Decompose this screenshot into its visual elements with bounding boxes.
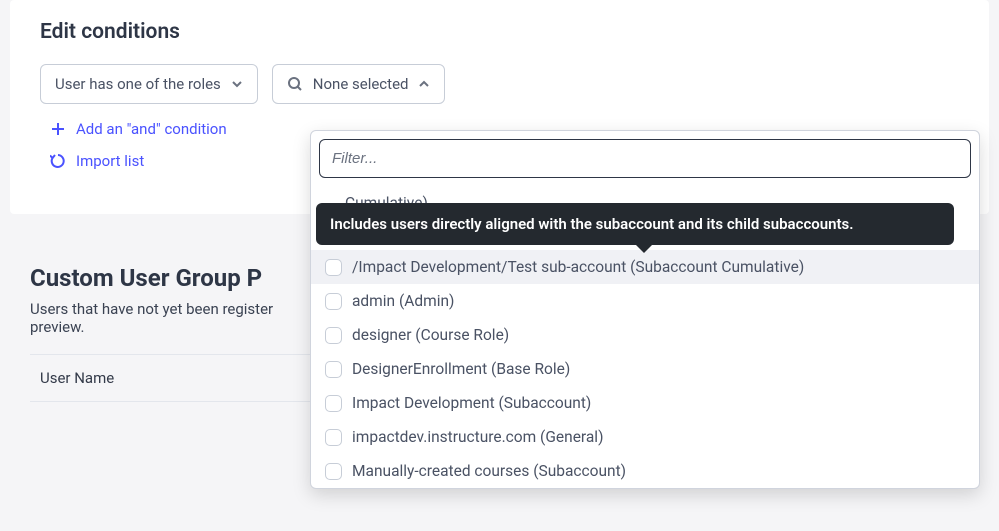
checkbox[interactable] <box>325 429 342 446</box>
list-item[interactable]: Manually-created courses (Subaccount) <box>311 454 979 488</box>
controls-row: User has one of the roles None selected <box>40 64 959 104</box>
condition-type-label: User has one of the roles <box>55 75 221 93</box>
search-icon <box>287 76 303 92</box>
option-label: admin (Admin) <box>352 292 965 310</box>
tooltip: Includes users directly aligned with the… <box>316 203 954 245</box>
list-item[interactable]: designer (Course Role) <box>311 318 979 352</box>
option-label: Manually-created courses (Subaccount) <box>352 462 965 480</box>
tooltip-text: Includes users directly aligned with the… <box>330 215 854 233</box>
list-item[interactable]: admin (Admin) <box>311 284 979 318</box>
checkbox[interactable] <box>325 361 342 378</box>
checkbox[interactable] <box>325 395 342 412</box>
list-item[interactable]: DesignerEnrollment (Base Role) <box>311 352 979 386</box>
checkbox[interactable] <box>325 463 342 480</box>
option-label: designer (Course Role) <box>352 326 965 344</box>
role-value-select[interactable]: None selected <box>272 64 446 104</box>
chevron-up-icon <box>418 78 430 90</box>
role-value-label: None selected <box>313 75 409 93</box>
checkbox[interactable] <box>325 293 342 310</box>
import-icon <box>50 153 66 169</box>
option-label: DesignerEnrollment (Base Role) <box>352 360 965 378</box>
plus-icon <box>50 121 66 137</box>
list-item[interactable]: Impact Development (Subaccount) <box>311 386 979 420</box>
checkbox[interactable] <box>325 327 342 344</box>
list-item[interactable]: /Impact Development/Test sub-account (Su… <box>311 250 979 284</box>
add-and-label: Add an "and" condition <box>76 120 227 138</box>
option-label: Impact Development (Subaccount) <box>352 394 965 412</box>
page-title: Edit conditions <box>40 20 959 44</box>
option-label: /Impact Development/Test sub-account (Su… <box>352 258 965 276</box>
option-label: impactdev.instructure.com (General) <box>352 428 965 446</box>
import-list-label: Import list <box>76 152 144 170</box>
condition-type-select[interactable]: User has one of the roles <box>40 64 258 104</box>
list-item[interactable]: impactdev.instructure.com (General) <box>311 420 979 454</box>
chevron-down-icon <box>231 78 243 90</box>
filter-input[interactable] <box>319 139 971 178</box>
role-options-dropdown: Cumulative) /Impact Development/Test sub… <box>310 130 980 489</box>
checkbox[interactable] <box>325 259 342 276</box>
